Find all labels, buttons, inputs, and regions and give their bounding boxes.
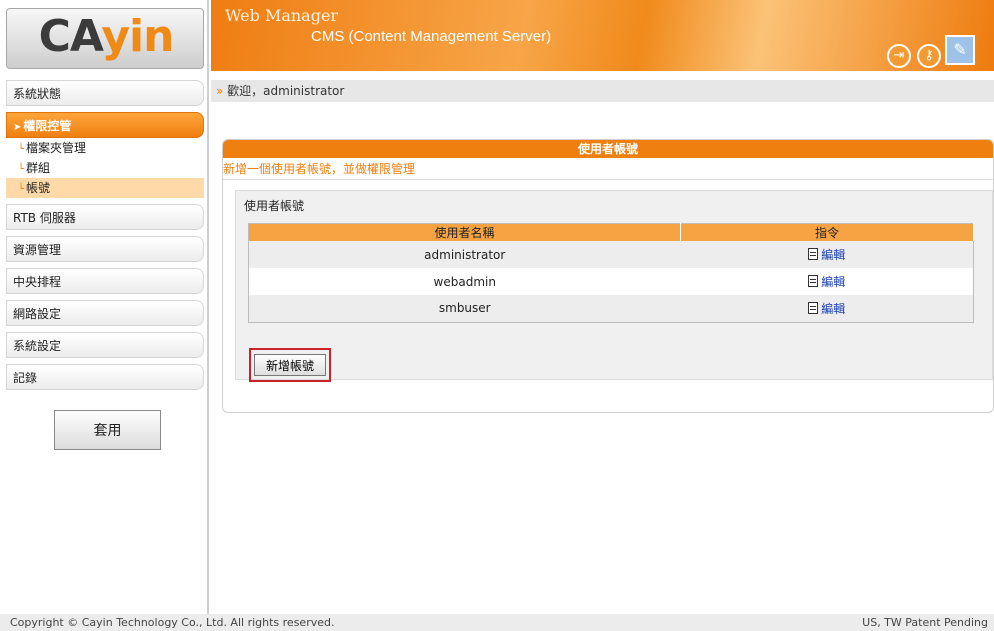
key-icon[interactable]: ⚷: [917, 44, 941, 68]
sidebar-item-label: 資源管理: [13, 243, 62, 257]
sidebar-item-label: 系統狀態: [13, 87, 62, 101]
sidebar-item-label: 記錄: [13, 371, 38, 385]
sidebar-item-access-control[interactable]: ➤ 權限控管: [6, 112, 204, 138]
panel-title: 使用者帳號: [223, 140, 993, 158]
sidebar-subitem-label: 群組: [26, 161, 51, 175]
sidebar-item-system-status[interactable]: 系統狀態: [6, 80, 204, 106]
welcome-bar: » 歡迎，administrator: [211, 80, 994, 102]
table-row: webadmin 編輯: [249, 268, 974, 295]
column-header-username: 使用者名稱: [248, 223, 681, 241]
document-icon: [808, 275, 819, 287]
edit-link[interactable]: 編輯: [821, 275, 845, 289]
panel-subtitle: 新增一個使用者帳號，並做權限管理: [223, 158, 993, 180]
arrow-icon: ➤: [13, 122, 22, 133]
sidebar-subitems: └ 檔案夾管理 └ 群組 └ 帳號: [6, 138, 204, 198]
sidebar-item-label: 網路設定: [13, 307, 62, 321]
cayin-logo: CAyin: [6, 8, 204, 69]
tree-branch-icon: └: [18, 144, 25, 155]
breadcrumb-mark: »: [216, 84, 224, 98]
sidebar-subitem-groups[interactable]: └ 群組: [6, 158, 204, 178]
command-cell: 編輯: [680, 295, 974, 322]
document-icon: [808, 248, 819, 260]
table-row: smbuser 編輯: [248, 295, 974, 322]
sidebar-item-rtb-server[interactable]: RTB 伺服器: [6, 204, 204, 230]
sidebar-item-label: 中央排程: [13, 275, 62, 289]
header-banner: Web Manager CMS (Content Management Serv…: [211, 0, 994, 71]
sidebar-item-label: RTB 伺服器: [13, 211, 76, 225]
sidebar-item-label: 系統設定: [13, 339, 62, 353]
header-title: Web Manager: [225, 6, 339, 25]
patent-text: US, TW Patent Pending: [862, 616, 988, 629]
sidebar-nav: 系統狀態 ➤ 權限控管 └ 檔案夾管理 └ 群組 └ 帳號 RTB 伺服器 資源管理 中…: [6, 80, 204, 396]
sidebar-subitem-accounts[interactable]: └ 帳號: [6, 178, 204, 198]
edit-link[interactable]: 編輯: [821, 302, 845, 316]
user-accounts-panel: 使用者帳號 新增一個使用者帳號，並做權限管理 使用者帳號 使用者名稱 指令 ad…: [222, 139, 994, 413]
welcome-text: 歡迎，administrator: [227, 84, 345, 98]
column-header-command: 指令: [680, 223, 974, 241]
accounts-box: 使用者帳號 使用者名稱 指令 administrator 編輯 webadmin…: [235, 190, 993, 382]
command-cell: 編輯: [680, 241, 974, 268]
header-subtitle: CMS (Content Management Server): [311, 28, 552, 45]
sidebar-item-label: 權限控管: [23, 119, 72, 133]
box-label: 使用者帳號: [244, 199, 305, 213]
tree-branch-icon: └: [18, 164, 25, 175]
sidebar-item-central-schedule[interactable]: 中央排程: [6, 268, 204, 294]
sidebar-subitem-label: 檔案夾管理: [26, 141, 87, 155]
manager-icon[interactable]: ✎: [945, 35, 975, 65]
copyright-text: Copyright © Cayin Technology Co., Ltd. A…: [10, 616, 335, 629]
apply-button[interactable]: 套用: [54, 410, 161, 450]
sidebar-subitem-folder-management[interactable]: └ 檔案夾管理: [6, 138, 204, 158]
tree-branch-icon: └: [18, 184, 25, 195]
username-cell: smbuser: [248, 295, 681, 322]
add-account-button[interactable]: 新增帳號: [254, 354, 326, 376]
sidebar-item-logs[interactable]: 記錄: [6, 364, 204, 390]
username-cell: administrator: [248, 241, 681, 268]
table-header-row: 使用者名稱 指令: [248, 223, 974, 241]
sidebar-item-network-settings[interactable]: 網路設定: [6, 300, 204, 326]
table-row: administrator 編輯: [248, 241, 974, 268]
username-cell: webadmin: [433, 274, 496, 289]
logo-prefix: CA: [38, 11, 103, 62]
exit-icon[interactable]: ⇥: [887, 44, 911, 68]
sidebar-item-resource-management[interactable]: 資源管理: [6, 236, 204, 262]
logo-suffix: yin: [101, 11, 174, 62]
left-column: CAyin 系統狀態 ➤ 權限控管 └ 檔案夾管理 └ 群組 └ 帳號 RTB 伺服器 …: [0, 0, 209, 631]
command-cell: 編輯: [681, 268, 974, 295]
footer: Copyright © Cayin Technology Co., Ltd. A…: [0, 614, 994, 631]
add-button-highlight: 新增帳號: [249, 348, 331, 382]
document-icon: [808, 301, 819, 314]
sidebar-item-system-settings[interactable]: 系統設定: [6, 332, 204, 358]
edit-link[interactable]: 編輯: [821, 248, 845, 262]
sidebar-subitem-label: 帳號: [26, 181, 51, 195]
user-table: 使用者名稱 指令 administrator 編輯 webadmin 編輯 sm…: [248, 223, 974, 323]
